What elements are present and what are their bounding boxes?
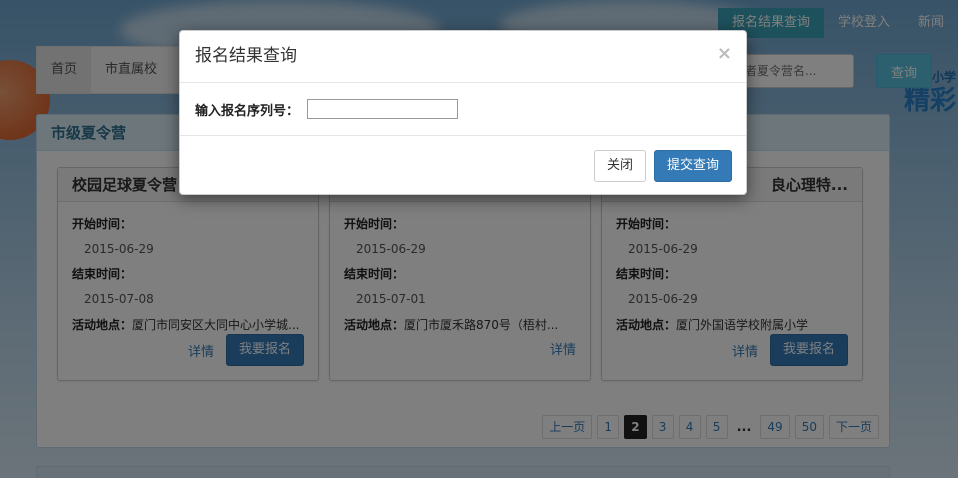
modal-header: 报名结果查询 × <box>180 31 746 83</box>
close-icon[interactable]: × <box>717 43 732 64</box>
serial-number-input[interactable] <box>307 99 459 119</box>
serial-number-label: 输入报名序列号： <box>195 103 300 119</box>
modal-close-button[interactable]: 关闭 <box>593 150 646 182</box>
registration-query-modal: 报名结果查询 × 输入报名序列号： 关闭 提交查询 <box>179 30 747 195</box>
modal-body: 输入报名序列号： <box>180 83 746 136</box>
submit-query-button[interactable]: 提交查询 <box>653 150 732 182</box>
modal-title: 报名结果查询 <box>195 46 297 66</box>
modal-footer: 关闭 提交查询 <box>180 136 746 196</box>
